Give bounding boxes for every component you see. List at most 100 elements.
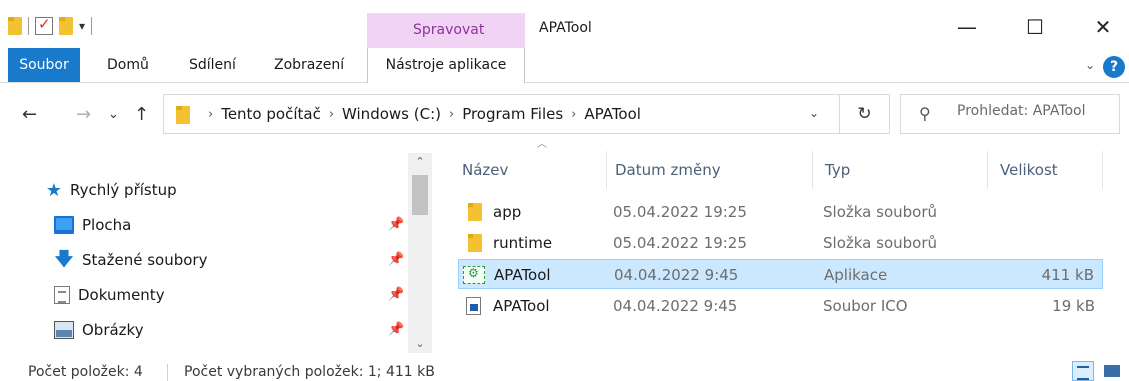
toolbar-separator [91,17,93,35]
file-row[interactable]: app 05.04.2022 19:25 Složka souborů [458,197,1103,227]
pin-icon[interactable]: 📌 [388,287,404,302]
ico-file-icon [466,297,481,315]
nav-pane-scrollbar[interactable]: ⌃ ⌄ [408,153,432,353]
column-header-type[interactable]: Typ [813,151,988,189]
navigation-pane: ★ Rychlý přístup Plocha 📌 🡇 Stažené soub… [0,145,432,355]
customize-toolbar-dropdown-icon[interactable]: ▾ [79,19,85,33]
breadcrumb-separator[interactable]: › [208,107,213,122]
file-type: Složka souborů [823,203,937,221]
file-size: 19 kB [1052,297,1095,315]
column-header-date[interactable]: Datum změny [603,151,813,189]
column-header-size[interactable]: Velikost [988,151,1103,189]
ribbon-tab-bar: Soubor Domů Sdílení Zobrazení Nástroje a… [0,48,1129,83]
breadcrumb-apatool[interactable]: APATool [584,105,641,123]
expand-ribbon-chevron-icon[interactable]: ⌄ [1085,58,1095,72]
breadcrumb-windows-c[interactable]: Windows (C:) [342,105,441,123]
documents-icon [54,286,70,304]
desktop-icon [54,216,74,234]
file-row-selected[interactable]: APATool 04.04.2022 9:45 Aplikace 411 kB [458,259,1103,289]
folder-icon [468,234,482,252]
file-name: APATool [494,266,551,284]
folder-icon [8,17,22,35]
breadcrumb-this-pc[interactable]: Tento počítač [221,105,321,123]
sort-ascending-icon: ︿ [537,139,547,150]
star-icon: ★ [45,179,63,201]
folder-icon [468,203,482,221]
nav-item-quick-access[interactable]: ★ Rychlý přístup [44,175,177,205]
nav-item-label: Stažené soubory [82,251,208,269]
minimize-button[interactable]: — [947,12,987,42]
item-count: Počet položek: 4 [28,364,143,380]
scroll-down-arrow-icon[interactable]: ⌄ [408,335,432,353]
status-bar: Počet položek: 4 Počet vybraných položek… [0,358,1129,381]
file-size: 411 kB [1041,266,1094,284]
tab-view[interactable]: Zobrazení [274,48,344,82]
file-date: 05.04.2022 19:25 [613,203,747,221]
file-date: 05.04.2022 19:25 [613,234,747,252]
help-icon[interactable]: ? [1103,56,1125,78]
window-title: APATool [539,20,592,36]
nav-item-downloads[interactable]: 🡇 Stažené soubory [54,245,208,275]
refresh-button[interactable]: ↻ [839,95,889,133]
breadcrumb-separator[interactable]: › [329,107,334,122]
nav-item-desktop[interactable]: Plocha [54,210,131,240]
nav-item-pictures[interactable]: Obrázky [54,315,144,345]
nav-item-label: Dokumenty [78,286,165,304]
search-icon: ⚲ [919,104,931,123]
file-row[interactable]: runtime 05.04.2022 19:25 Složka souborů [458,228,1103,258]
scroll-thumb[interactable] [412,175,428,215]
tab-home[interactable]: Domů [107,48,149,82]
pin-icon[interactable]: 📌 [388,322,404,337]
tab-share[interactable]: Sdílení [189,48,236,82]
breadcrumb-program-files[interactable]: Program Files [462,105,563,123]
file-type: Soubor ICO [823,297,908,315]
file-list: ︿ Název Datum změny Typ Velikost app 05.… [450,140,1129,355]
context-tab-group: Spravovat [367,13,525,48]
new-folder-icon[interactable] [59,17,73,35]
close-button[interactable]: ✕ [1083,12,1123,42]
scroll-up-arrow-icon[interactable]: ⌃ [408,153,432,171]
nav-item-label: Rychlý přístup [70,181,177,199]
context-group-label: Spravovat [413,22,485,38]
file-name: runtime [493,234,553,252]
nav-item-label: Plocha [82,216,132,234]
properties-icon[interactable] [35,15,53,35]
quick-access-toolbar: ▾ [8,14,93,38]
tab-application-tools[interactable]: Nástroje aplikace [367,48,525,83]
forward-button[interactable]: → [76,104,91,125]
file-date: 04.04.2022 9:45 [613,297,738,315]
column-header-label: Název [462,161,509,179]
status-separator [167,364,168,381]
recent-locations-chevron-icon[interactable]: ⌄ [108,107,119,122]
file-row[interactable]: APATool 04.04.2022 9:45 Soubor ICO 19 kB [458,291,1103,321]
back-button[interactable]: ← [22,104,37,125]
title-bar: ▾ Spravovat APATool — ☐ ✕ [0,0,1129,48]
selected-count: Počet vybraných položek: 1; 411 kB [184,364,435,380]
tab-file[interactable]: Soubor [8,48,80,82]
application-icon [463,266,485,284]
toolbar-separator [28,17,29,35]
maximize-button[interactable]: ☐ [1015,12,1055,42]
file-name: APATool [493,297,550,315]
search-box: ⚲ [900,94,1120,134]
pin-icon[interactable]: 📌 [388,217,404,232]
file-type: Složka souborů [823,234,937,252]
search-input[interactable] [957,103,1115,119]
address-bar[interactable]: › Tento počítač › Windows (C:) › Program… [163,94,890,134]
pin-icon[interactable]: 📌 [388,252,404,267]
up-button[interactable]: ↑ [134,104,149,125]
file-name: app [493,203,522,221]
breadcrumb-separator[interactable]: › [449,107,454,122]
large-icons-view-icon[interactable] [1102,362,1122,380]
download-icon: 🡇 [54,249,74,270]
address-dropdown-chevron-icon[interactable]: ⌄ [809,106,819,120]
breadcrumb-separator[interactable]: › [571,107,576,122]
nav-item-documents[interactable]: Dokumenty [54,280,165,310]
file-date: 04.04.2022 9:45 [614,266,739,284]
column-header-name[interactable]: ︿ Název [450,140,607,189]
nav-item-label: Obrázky [82,321,144,339]
folder-icon [176,106,190,124]
details-view-icon[interactable] [1072,361,1094,381]
breadcrumb: › Tento počítač › Windows (C:) › Program… [200,95,641,133]
file-type: Aplikace [824,266,888,284]
